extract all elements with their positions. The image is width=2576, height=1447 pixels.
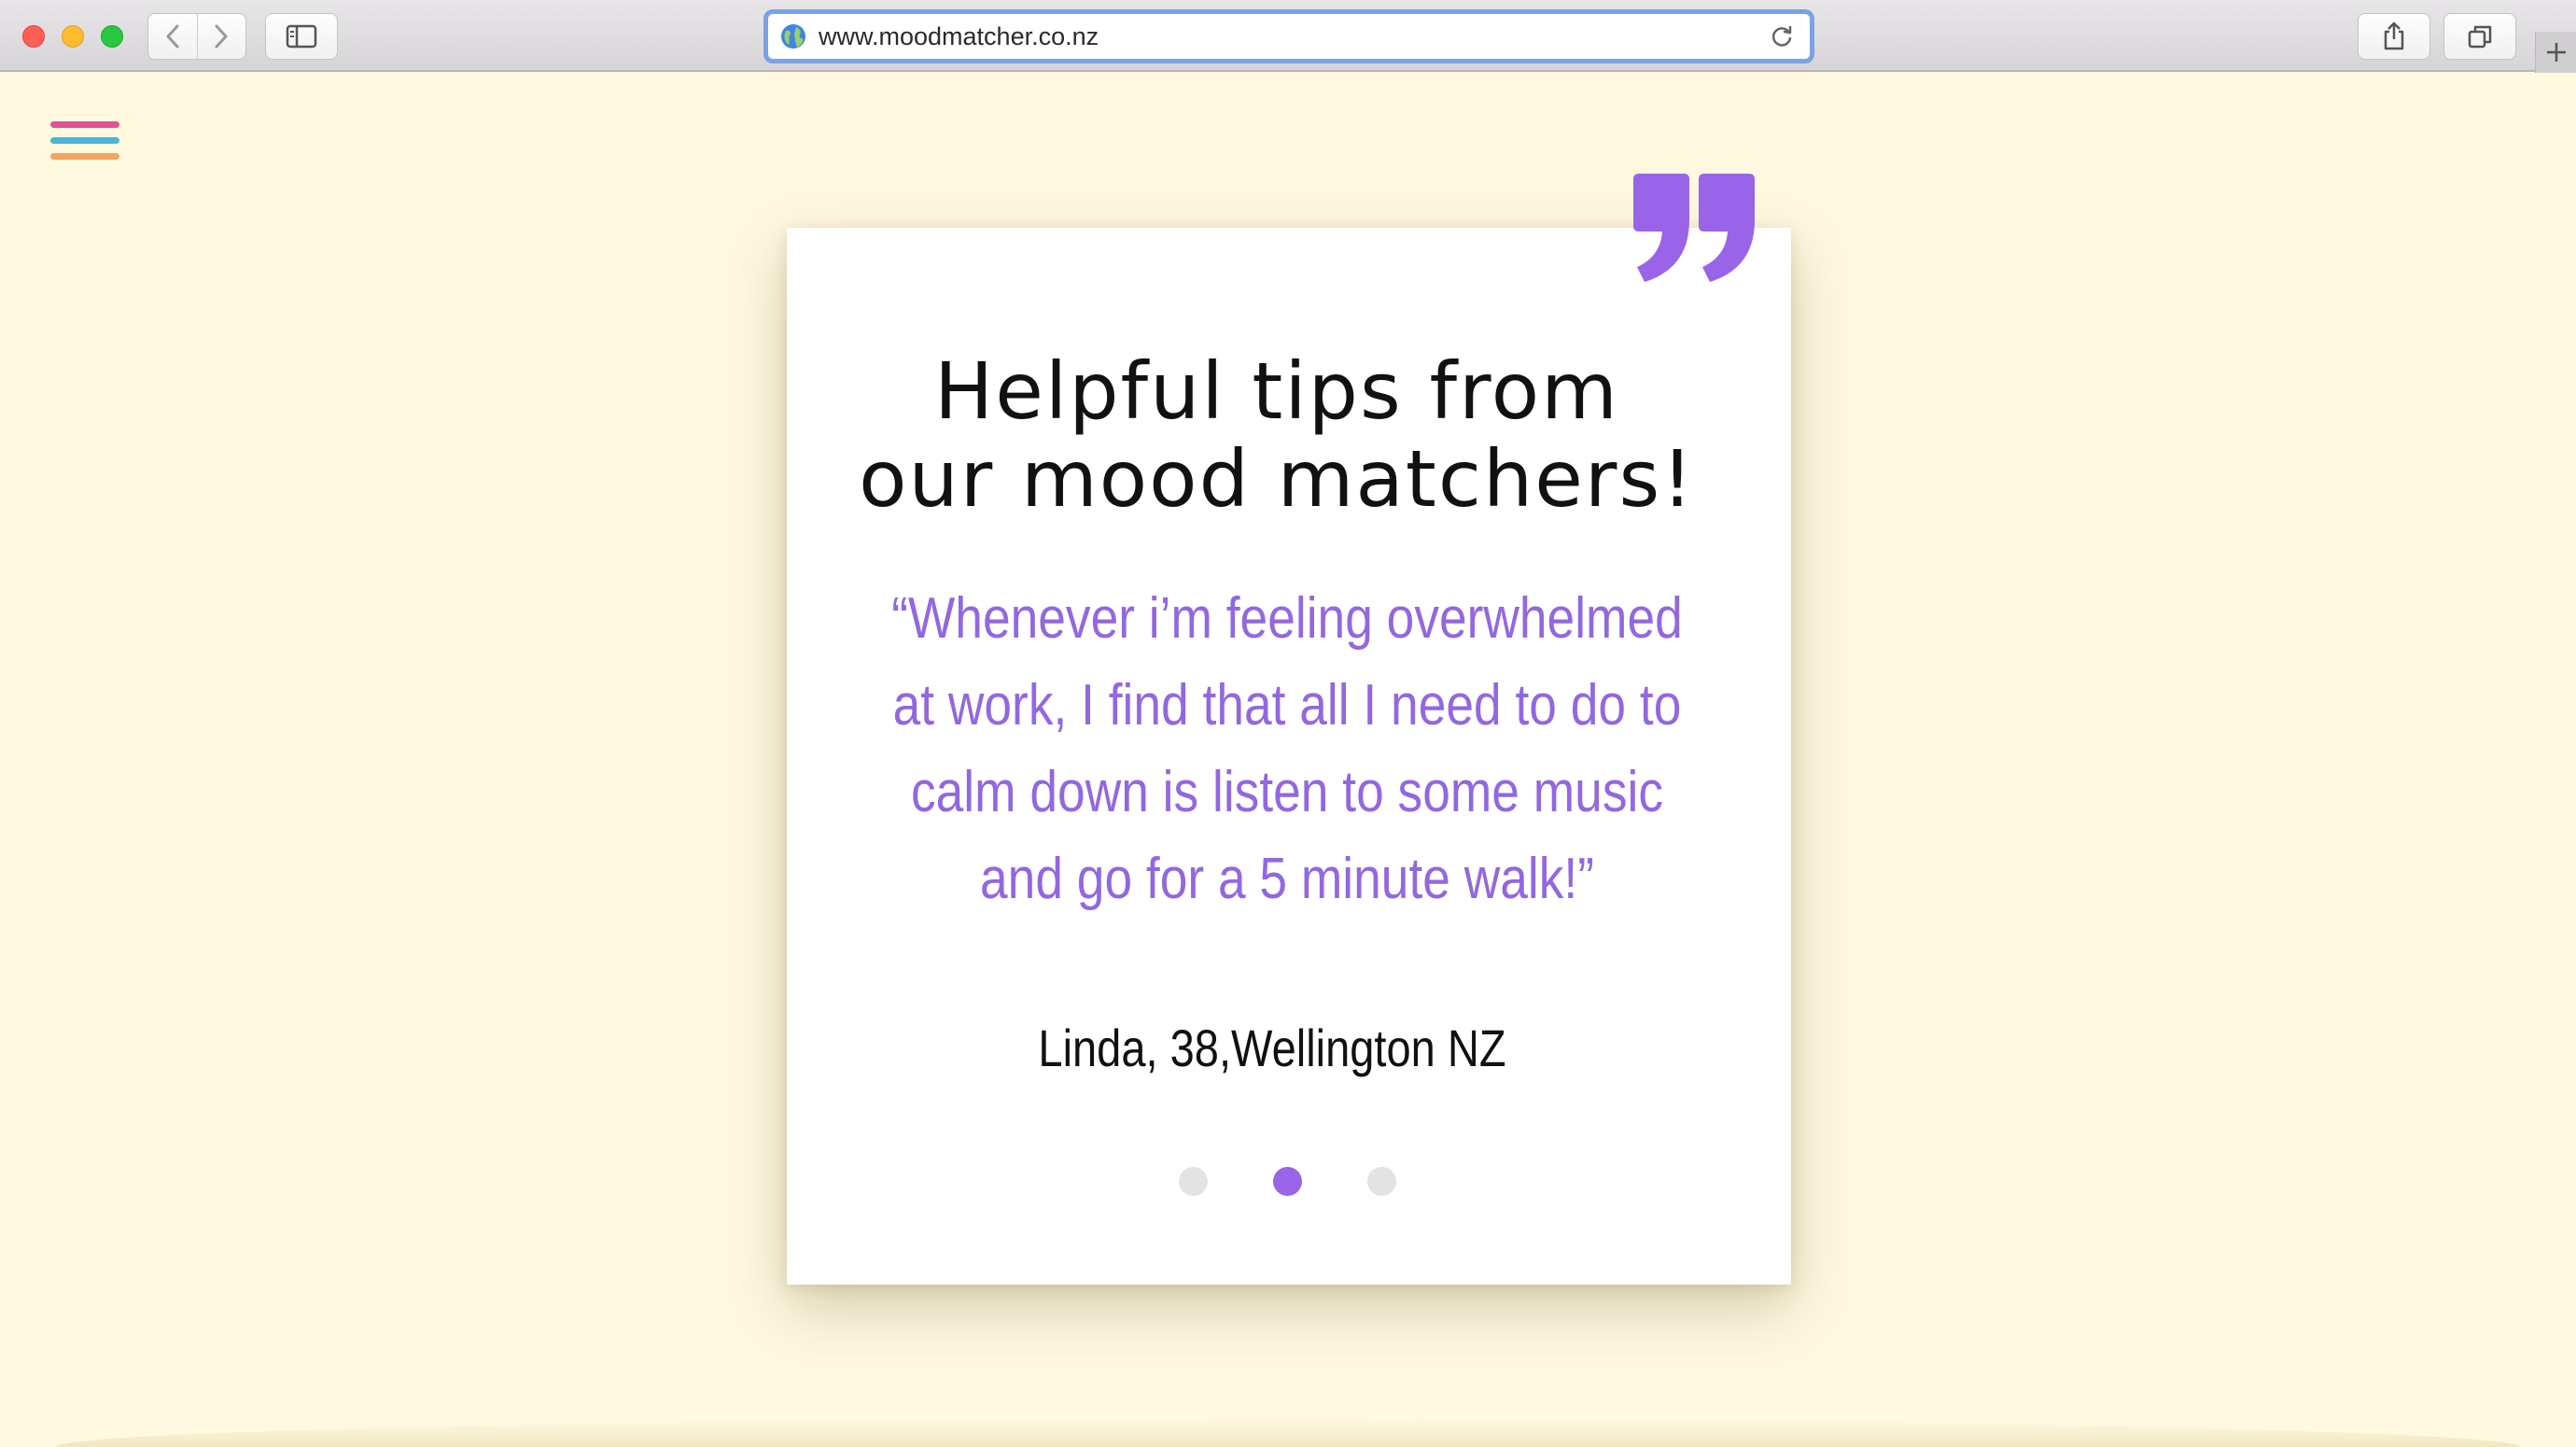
quote-line: calm down is listen to some music xyxy=(910,760,1664,824)
quote-mark-icon xyxy=(1633,174,1755,282)
address-bar[interactable]: www.moodmatcher.co.nz xyxy=(763,9,1814,63)
quote-line: and go for a 5 minute walk!” xyxy=(980,847,1594,911)
heading-line-2: our mood matchers! xyxy=(859,433,1695,525)
sidebar-button[interactable] xyxy=(265,13,338,60)
tabs-icon xyxy=(2468,25,2492,49)
plus-icon xyxy=(2546,43,2566,62)
testimonial-author: Linda, 38,Wellington NZ xyxy=(1038,1019,1506,1077)
minimize-window-button[interactable] xyxy=(62,25,84,48)
carousel-pagination xyxy=(1179,1167,1403,1197)
carousel-dot-1[interactable] xyxy=(1179,1167,1208,1196)
chevron-left-icon xyxy=(166,24,179,49)
hamburger-menu-icon[interactable] xyxy=(50,118,119,168)
share-icon xyxy=(2384,21,2404,50)
testimonial-heading: Helpful tips from our mood matchers! xyxy=(787,347,1767,523)
url-text: www.moodmatcher.co.nz xyxy=(819,21,1099,50)
quote-line: at work, I find that all I need to do to xyxy=(892,673,1682,738)
new-tab-button[interactable] xyxy=(2535,32,2576,73)
reload-icon[interactable] xyxy=(1769,23,1795,49)
back-button[interactable] xyxy=(148,14,197,59)
zoom-window-button[interactable] xyxy=(101,25,123,48)
globe-icon xyxy=(781,24,805,49)
bottom-edge-shadow xyxy=(56,1419,2520,1447)
sidebar-icon xyxy=(286,24,317,49)
tabs-overview-button[interactable] xyxy=(2443,13,2516,60)
menu-bar-blue xyxy=(50,137,119,144)
share-button[interactable] xyxy=(2358,13,2430,60)
navigation-buttons xyxy=(147,13,246,60)
testimonial-quote: “Whenever i’m feeling overwhelmed at wor… xyxy=(857,575,1717,922)
menu-bar-pink xyxy=(50,121,119,128)
chevron-right-icon xyxy=(215,24,228,49)
browser-toolbar: www.moodmatcher.co.nz xyxy=(0,0,2576,73)
carousel-dot-3[interactable] xyxy=(1367,1167,1396,1196)
menu-bar-orange xyxy=(50,153,119,160)
heading-line-1: Helpful tips from xyxy=(934,345,1619,437)
quote-line: “Whenever i’m feeling overwhelmed xyxy=(891,586,1683,651)
forward-button[interactable] xyxy=(196,14,245,59)
close-window-button[interactable] xyxy=(22,25,45,48)
carousel-dot-2-active[interactable] xyxy=(1273,1167,1302,1196)
